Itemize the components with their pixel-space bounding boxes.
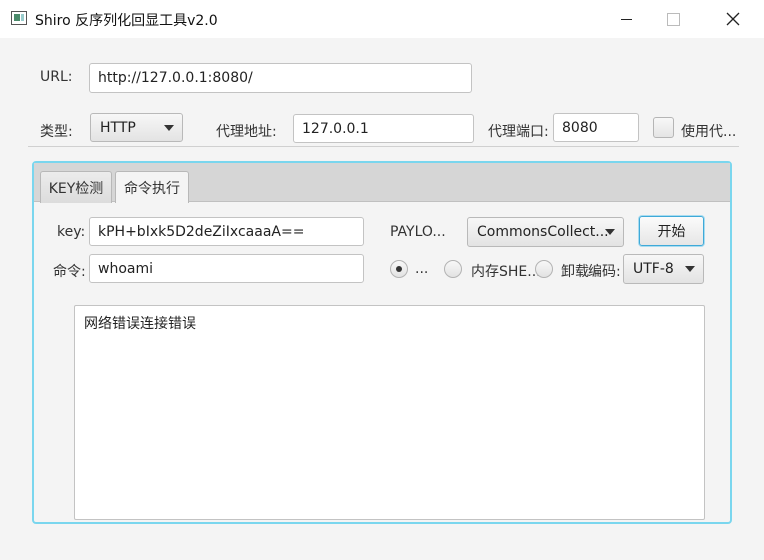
maximize-button[interactable]	[650, 0, 696, 38]
chevron-down-icon	[164, 124, 174, 131]
type-label: 类型:	[40, 124, 73, 140]
use-proxy-label: 使用代...	[681, 124, 737, 140]
type-select[interactable]: HTTP	[90, 113, 183, 142]
radio-echo-label: ...	[415, 261, 429, 277]
type-select-value: HTTP	[100, 119, 136, 136]
encoding-select-value: UTF-8	[633, 261, 674, 277]
radio-uninstall-label: 卸载	[561, 264, 589, 280]
divider	[28, 146, 739, 147]
output-text: 网络错误连接错误	[84, 316, 196, 332]
command-input[interactable]: whoami	[89, 254, 364, 283]
payload-select[interactable]: CommonsCollect...	[467, 217, 624, 247]
window-title: Shiro 反序列化回显工具v2.0	[35, 13, 218, 29]
tab-panel: KEY检测 命令执行 key: kPH+bIxk5D2deZiIxcaaaA==…	[32, 161, 732, 524]
proxy-port-label: 代理端口:	[488, 124, 549, 140]
title-bar: Shiro 反序列化回显工具v2.0	[0, 0, 764, 38]
radio-memshell-label: 内存SHE...	[471, 264, 541, 280]
key-input[interactable]: kPH+bIxk5D2deZiIxcaaaA==	[89, 217, 364, 246]
output-textarea[interactable]: 网络错误连接错误	[74, 305, 705, 520]
tab-bar: KEY检测 命令执行	[34, 163, 730, 203]
proxy-address-label: 代理地址:	[216, 124, 277, 140]
use-proxy-checkbox[interactable]	[653, 117, 674, 138]
proxy-address-input[interactable]: 127.0.0.1	[293, 114, 474, 143]
minimize-button[interactable]	[603, 0, 649, 38]
encoding-label: 编码:	[588, 264, 621, 280]
tab-command-exec-label: 命令执行	[124, 180, 180, 197]
app-icon	[11, 11, 27, 25]
payload-select-value: CommonsCollect...	[477, 224, 609, 240]
chevron-down-icon	[685, 266, 695, 272]
payload-label: PAYLO...	[390, 224, 446, 240]
url-label: URL:	[40, 69, 73, 85]
url-input[interactable]: http://127.0.0.1:8080/	[89, 63, 472, 93]
encoding-select[interactable]: UTF-8	[623, 254, 704, 284]
command-label: 命令:	[53, 264, 86, 280]
radio-uninstall[interactable]	[535, 260, 553, 278]
tab-command-exec[interactable]: 命令执行	[115, 171, 189, 203]
radio-memshell[interactable]	[444, 260, 462, 278]
key-label: key:	[57, 224, 86, 240]
tab-key-detect[interactable]: KEY检测	[40, 171, 112, 203]
proxy-port-input[interactable]: 8080	[553, 113, 639, 142]
chevron-down-icon	[605, 229, 615, 235]
close-icon	[726, 12, 740, 26]
radio-echo[interactable]	[390, 260, 408, 278]
start-button[interactable]: 开始	[639, 216, 704, 246]
tab-key-detect-label: KEY检测	[48, 180, 104, 197]
close-button[interactable]	[710, 0, 756, 38]
